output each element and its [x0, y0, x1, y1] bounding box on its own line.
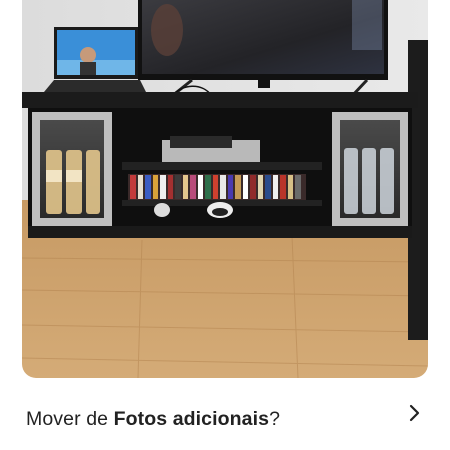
laptop	[44, 27, 146, 92]
dvd-collection	[128, 174, 306, 200]
tv-stand-photo[interactable]	[22, 0, 428, 378]
tv-stand	[22, 92, 418, 238]
move-from-album-row[interactable]: Mover de Fotos adicionais?	[0, 392, 450, 444]
chevron-right-icon[interactable]	[406, 404, 424, 422]
photo-move-screen: Mover de Fotos adicionais?	[0, 0, 450, 450]
move-suffix: ?	[269, 408, 281, 430]
move-from-album-text: Mover de Fotos adicionais?	[26, 408, 280, 431]
album-name: Fotos adicionais	[113, 408, 270, 430]
move-prefix: Mover de	[26, 408, 114, 430]
